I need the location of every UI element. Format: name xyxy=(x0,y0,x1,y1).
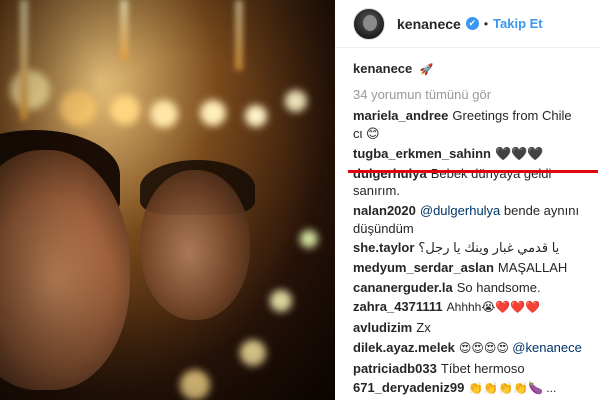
comment-username[interactable]: avludizim xyxy=(353,320,412,335)
annotation-underline xyxy=(348,170,598,173)
comment-username[interactable]: tugba_erkmen_sahinn xyxy=(353,146,491,161)
comment-username[interactable]: medyum_serdar_aslan xyxy=(353,260,494,275)
comment-username[interactable]: dilek.ayaz.melek xyxy=(353,340,455,355)
comment-text: Zx xyxy=(416,320,431,336)
comment-item: mariela_andree Greetings from Chile cι 😊 xyxy=(353,107,582,142)
caption: kenanece 🚀 xyxy=(353,60,582,80)
comment-username[interactable]: mariela_andree xyxy=(353,108,448,123)
comment-item: medyum_serdar_aslan MAŞALLAH xyxy=(353,259,582,277)
comment-item: avludizim Zx xyxy=(353,319,582,337)
comment-text: Tíbet hermoso xyxy=(440,360,525,376)
comment-username[interactable]: patriciadb033 xyxy=(353,361,437,376)
view-all-comments-link[interactable]: 34 yorumun tümünü gör xyxy=(353,86,582,104)
comment-username[interactable]: nalan2020 xyxy=(353,203,416,218)
profile-avatar[interactable] xyxy=(353,7,385,40)
comment-item: nalan2020 @dulgerhulya bende aynını düşün… xyxy=(353,202,582,237)
comment-text: Ahhhh😭❤️❤️❤️ xyxy=(446,300,541,315)
separator-dot: • xyxy=(483,16,489,31)
comment-item: dilek.ayaz.melek 😍😍😍😍 @kenanece xyxy=(353,339,582,358)
comment-text: 😍😍😍😍 xyxy=(458,340,513,355)
comment-item: cananerguder.la So handsome. xyxy=(353,279,582,297)
comment-username[interactable]: she.taylor xyxy=(353,240,414,255)
comment-mention[interactable]: @dulgerhulya xyxy=(420,203,500,218)
comment-item: 671_deryadeniz99 👏👏👏👏🍆 ... xyxy=(353,379,582,398)
verified-badge-icon: ✔ xyxy=(465,17,479,30)
comment-username[interactable]: zahra_4371111 xyxy=(353,299,443,314)
comment-text: يا قدمي غبار وينك يا رجل؟ xyxy=(418,240,560,256)
comment-username[interactable]: dulgerhulya xyxy=(353,166,427,181)
header-username[interactable]: kenanece xyxy=(397,16,461,32)
comment-username[interactable]: 671_deryadeniz99 xyxy=(353,380,464,395)
comment-text: 👏👏👏👏🍆 ... xyxy=(468,381,557,396)
comment-item: tugba_erkmen_sahinn 🖤🖤🖤 xyxy=(353,145,582,163)
comment-username[interactable]: cananerguder.la xyxy=(353,280,453,295)
comment-item: zahra_4371111 Ahhhh😭❤️❤️❤️ xyxy=(353,298,582,317)
caption-username[interactable]: kenanece xyxy=(353,61,412,76)
caption-text: 🚀 xyxy=(419,64,434,76)
post-header: kenanece ✔ • Takip Et xyxy=(335,0,600,48)
comment-item: she.taylor يا قدمي غبار وينك يا رجل؟ xyxy=(353,239,582,257)
follow-button[interactable]: Takip Et xyxy=(493,16,543,31)
photo-vignette xyxy=(0,0,335,400)
comment-item: patriciadb033 Tíbet hermoso xyxy=(353,360,582,378)
comment-text: 🖤🖤🖤 xyxy=(495,145,544,161)
comment-text: MAŞALLAH xyxy=(497,260,568,276)
comment-text: So handsome. xyxy=(456,279,541,295)
post-side-panel: kenanece ✔ • Takip Et kenanece 🚀 34 yoru… xyxy=(335,0,600,400)
post-photo[interactable] xyxy=(0,0,335,400)
comment-mention[interactable]: @kenanece xyxy=(512,340,582,355)
comments-list: kenanece 🚀 34 yorumun tümünü gör mariela… xyxy=(335,48,600,398)
